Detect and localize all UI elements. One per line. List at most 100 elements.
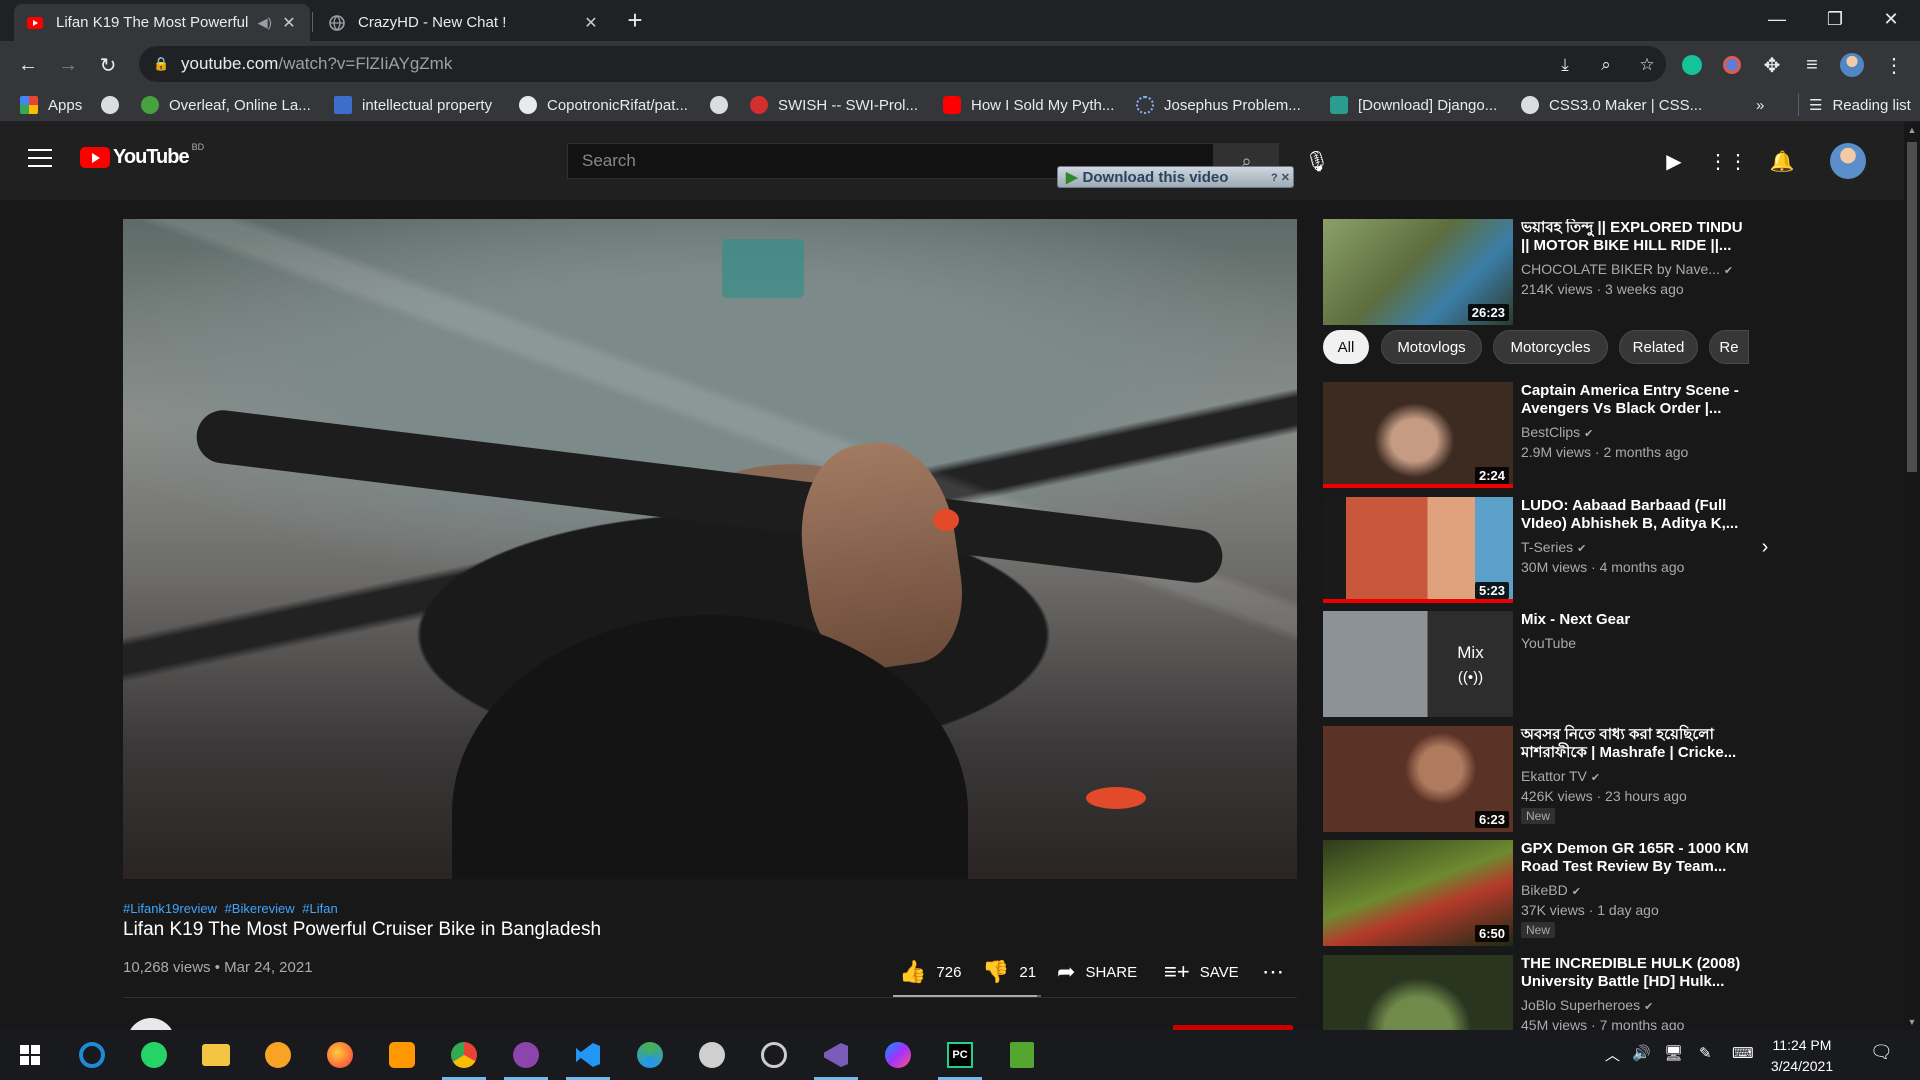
recommendation-channel[interactable]: YouTube: [1521, 635, 1576, 651]
chip-motorcycles[interactable]: Motorcycles: [1493, 330, 1608, 364]
bookmark-star-icon[interactable]: ☆: [1634, 52, 1660, 78]
chip-all[interactable]: All: [1323, 330, 1369, 364]
hashtag-link[interactable]: #Bikereview: [225, 901, 295, 916]
taskbar-clock[interactable]: 11:24 PM 3/24/2021: [1757, 1035, 1847, 1077]
close-icon[interactable]: ✕: [582, 13, 600, 33]
recommendation-item[interactable]: Mix ((•)) Mix - Next Gear YouTube: [1323, 611, 1753, 717]
video-thumbnail[interactable]: 5:23: [1323, 497, 1513, 603]
hashtag-link[interactable]: #Lifank19review: [123, 901, 217, 916]
brave-icon[interactable]: [262, 1039, 294, 1071]
maximize-button[interactable]: ❐: [1806, 0, 1864, 38]
notification-bell-icon[interactable]: 🔔: [1768, 147, 1796, 175]
recommendation-item[interactable]: 5:23 LUDO: Aabaad Barbaad (Full VIdeo) A…: [1323, 497, 1753, 603]
bookmark-github[interactable]: CopotronicRifat/pat...: [519, 94, 688, 116]
video-player[interactable]: [123, 219, 1297, 879]
grammarly-icon[interactable]: [1676, 49, 1708, 81]
video-thumbnail[interactable]: [1323, 955, 1513, 1030]
bookmark-globe[interactable]: [101, 94, 129, 116]
lock-icon[interactable]: 🔒: [153, 56, 169, 72]
new-tab-button[interactable]: +: [620, 6, 650, 36]
chrome-icon[interactable]: [434, 1030, 494, 1080]
file-explorer-icon[interactable]: [200, 1039, 232, 1071]
kebab-menu-icon[interactable]: ⋮: [1878, 49, 1910, 81]
recommendation-item[interactable]: 2:24 Captain America Entry Scene - Aveng…: [1323, 382, 1753, 488]
zoom-icon[interactable]: ⌕: [1593, 52, 1619, 78]
download-video-button[interactable]: ▶ Download this video ? ✕: [1057, 166, 1294, 188]
show-hidden-icons-chevron[interactable]: ︿: [1605, 1044, 1620, 1065]
forward-button[interactable]: →: [52, 49, 84, 81]
whatsapp-icon[interactable]: [138, 1039, 170, 1071]
notifications-icon[interactable]: 🗨: [1870, 1042, 1893, 1063]
reading-list-button[interactable]: ☰ Reading list: [1798, 94, 1911, 116]
bookmark-globe-2[interactable]: [710, 94, 738, 116]
scrollbar-thumb[interactable]: [1907, 142, 1917, 472]
edge-icon[interactable]: [634, 1039, 666, 1071]
tab-youtube[interactable]: Lifan K19 The Most Powerful ◀) ✕: [14, 4, 310, 41]
satellite-icon[interactable]: [696, 1039, 728, 1071]
sublime-icon[interactable]: [386, 1039, 418, 1071]
scroll-up-arrow-icon[interactable]: ▲: [1904, 122, 1920, 138]
bookmark-youtube[interactable]: How I Sold My Pyth...: [943, 94, 1114, 116]
page-scrollbar[interactable]: ▲ ▼: [1904, 122, 1920, 1030]
puzzle-extensions-icon[interactable]: ✥: [1756, 49, 1788, 81]
media-control-icon[interactable]: ≡: [1796, 49, 1828, 81]
dislike-button[interactable]: 👎 21: [982, 958, 1036, 986]
visual-studio-icon[interactable]: [814, 1039, 858, 1080]
chip-related[interactable]: Related: [1619, 330, 1698, 364]
recommendation-channel[interactable]: JoBlo Superheroes ✔: [1521, 997, 1653, 1013]
extension-icon[interactable]: [1716, 49, 1748, 81]
create-video-icon[interactable]: ▶: [1660, 147, 1688, 175]
start-icon[interactable]: [14, 1039, 46, 1071]
bookmark-intellectual-property[interactable]: intellectual property: [334, 94, 492, 116]
recommendation-item[interactable]: THE INCREDIBLE HULK (2008) University Ba…: [1323, 955, 1753, 1030]
window-close-button[interactable]: ✕: [1862, 0, 1920, 38]
install-app-icon[interactable]: ⤓: [1552, 52, 1578, 78]
like-button[interactable]: 👍 726: [899, 958, 961, 986]
speaker-icon[interactable]: ◀): [258, 15, 272, 31]
recommendation-item[interactable]: 6:50 GPX Demon GR 165R - 1000 KM Road Te…: [1323, 840, 1753, 946]
bookmark-josephus[interactable]: Josephus Problem...: [1136, 94, 1301, 116]
tab-crazyhd[interactable]: CrazyHD - New Chat ! ✕: [316, 4, 612, 41]
bookmark-overleaf[interactable]: Overleaf, Online La...: [141, 94, 311, 116]
video-thumbnail[interactable]: 26:23: [1323, 219, 1513, 325]
more-actions-icon[interactable]: ⋯: [1262, 958, 1284, 986]
reload-button[interactable]: ↻: [92, 49, 124, 81]
bookmarks-overflow-chevron[interactable]: »: [1756, 94, 1764, 116]
keyboard-icon[interactable]: ⌨: [1732, 1044, 1754, 1062]
pen-icon[interactable]: ✎: [1699, 1044, 1712, 1062]
video-thumbnail[interactable]: 2:24: [1323, 382, 1513, 488]
bookmark-apps[interactable]: Apps: [20, 94, 82, 116]
pycharm-icon[interactable]: PC: [938, 1039, 982, 1080]
github-desktop-icon[interactable]: [504, 1039, 548, 1080]
hashtag-link[interactable]: #Lifan: [302, 901, 337, 916]
video-thumbnail[interactable]: 6:50: [1323, 840, 1513, 946]
minimize-button[interactable]: —: [1748, 0, 1806, 38]
chevron-right-icon[interactable]: ›: [1748, 530, 1782, 564]
network-icon[interactable]: 🖥: [1664, 1044, 1683, 1062]
recommendation-channel[interactable]: Ekattor TV ✔: [1521, 768, 1600, 784]
bookmark-swish[interactable]: SWISH -- SWI-Prol...: [750, 94, 918, 116]
recommendation-channel[interactable]: CHOCOLATE BIKER by Nave... ✔: [1521, 261, 1733, 277]
recommendation-channel[interactable]: BestClips ✔: [1521, 424, 1593, 440]
back-button[interactable]: ←: [12, 49, 44, 81]
chip-motovlogs[interactable]: Motovlogs: [1381, 330, 1482, 364]
cortana-icon[interactable]: [76, 1039, 108, 1071]
account-avatar[interactable]: [1830, 143, 1866, 179]
bookmark-css-maker[interactable]: CSS3.0 Maker | CSS...: [1521, 94, 1702, 116]
vscode-icon[interactable]: [566, 1039, 610, 1080]
close-icon[interactable]: ✕: [280, 13, 298, 33]
eclipse-icon[interactable]: [758, 1039, 790, 1071]
youtube-logo[interactable]: YouTube BD: [80, 142, 204, 169]
profile-avatar[interactable]: [1836, 49, 1868, 81]
mix-thumbnail[interactable]: Mix ((•)): [1323, 611, 1513, 717]
notepad-icon[interactable]: [1006, 1039, 1038, 1071]
apps-grid-icon[interactable]: ⋮⋮: [1708, 147, 1748, 175]
recommendation-channel[interactable]: T-Series ✔: [1521, 539, 1586, 555]
recommendation-channel[interactable]: BikeBD ✔: [1521, 882, 1581, 898]
save-button[interactable]: ≡+ SAVE: [1164, 958, 1239, 986]
recommendation-item[interactable]: 6:23 অবসর নিতে বাধ্য করা হয়েছিলো মাশরাফ…: [1323, 726, 1753, 832]
help-close-icon[interactable]: ? ✕: [1271, 171, 1290, 184]
volume-icon[interactable]: 🔊: [1632, 1044, 1651, 1062]
messenger-icon[interactable]: [882, 1039, 914, 1071]
share-button[interactable]: ➦ SHARE: [1057, 958, 1137, 986]
